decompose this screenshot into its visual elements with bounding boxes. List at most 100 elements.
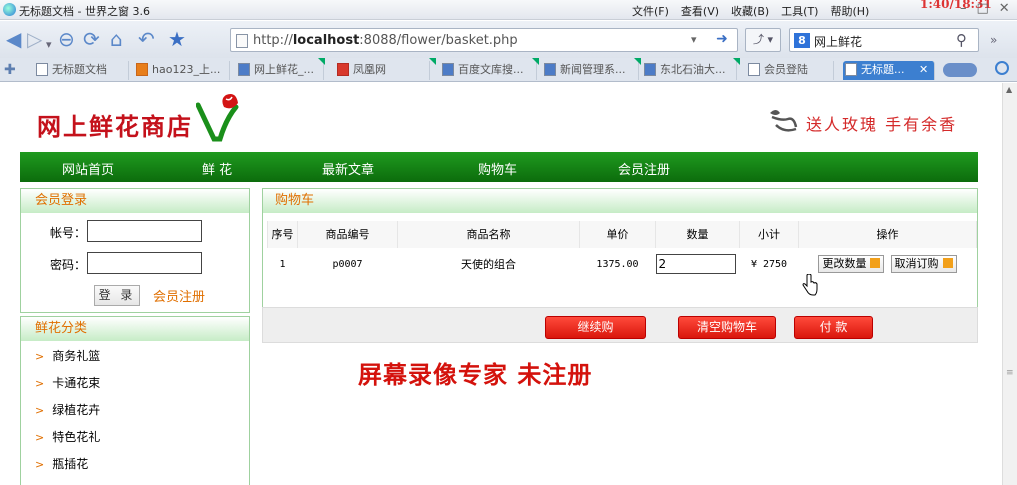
browser-toolbar: ◀ ▷ ▾ ⊖ ⟳ ⌂ ↶ ★ http://localhost:8088/fl… [0,21,1017,58]
menu-favorites[interactable]: 收藏(B) [731,3,769,19]
chevron-right-icon: > [35,404,45,417]
tab-6[interactable]: 新闻管理系... [542,61,639,80]
category-item[interactable]: > 商务礼篮 [21,343,249,370]
search-icon[interactable]: ⚲ [956,31,967,49]
stop-icon[interactable]: ⊖ [58,29,75,49]
scroll-up-icon[interactable]: ▲ [1006,85,1012,94]
back-icon[interactable]: ◀ [6,29,21,49]
row-actions: 更改数量 取消订购 [799,248,977,280]
site-slogan: 送人玫瑰 手有余香 [806,115,958,134]
go-arrow-icon[interactable]: ➜ [709,31,735,49]
col-subtotal: 小计 [739,221,799,249]
tab-marker [634,58,641,65]
tab-4[interactable]: 凤凰网 [335,61,430,80]
main-navigation: 网站首页 鲜 花 最新文章 购物车 会员注册 [20,152,978,182]
title-bar: 无标题文档 - 世界之窗 3.6 文件(F) 查看(V) 收藏(B) 工具(T)… [0,0,1017,20]
tab-toggle-icon[interactable] [943,63,977,77]
menu-help[interactable]: 帮助(H) [830,3,869,19]
cart-panel-title: 购物车 [263,189,977,213]
search-engine-icon[interactable]: 8 [794,33,810,48]
nav-articles[interactable]: 最新文章 [322,159,374,178]
category-item[interactable]: > 卡通花束 [21,370,249,397]
row-price: 1375.00 [596,258,639,270]
chevron-right-icon: > [35,377,45,390]
pay-button[interactable]: 付 款 [794,316,873,339]
account-input[interactable] [87,220,202,242]
login-panel-title: 会员登录 [21,189,249,213]
category-panel: 鲜花分类 > 商务礼篮 > 卡通花束 > 绿植花卉 > 特色花礼 > 瓶插花 [20,316,250,485]
window-controls: – □ ✕ [960,1,1010,16]
password-input[interactable] [87,252,202,274]
nav-register[interactable]: 会员注册 [618,159,670,178]
address-bar[interactable]: http://localhost:8088/flower/basket.php … [230,28,738,52]
category-item[interactable]: > 瓶插花 [21,451,249,478]
site-logo[interactable]: 网上鲜花商店 [37,107,193,142]
tab-3[interactable]: 网上鲜花_... [236,61,324,80]
cart-table: 序号 商品编号 商品名称 单价 数量 小计 操作 1 p0007 天使的组合 1… [267,221,977,280]
tulip-logo-icon [196,94,239,142]
history-dropdown-icon[interactable]: ▾ [46,35,52,55]
col-no: 序号 [267,221,298,249]
tab-5[interactable]: 百度文库搜... [440,61,537,80]
chevron-right-icon: > [35,350,45,363]
tab-8[interactable]: 会员登陆 [746,61,834,80]
col-action: 操作 [798,221,977,249]
quantity-input[interactable]: 2 [655,254,736,275]
nav-home[interactable]: 网站首页 [62,159,114,178]
window-title: 无标题文档 - 世界之窗 3.6 [19,5,150,18]
tab-7[interactable]: 东北石油大... [642,61,737,80]
tab-2[interactable]: hao123_上... [134,61,230,80]
forward-icon[interactable]: ▷ [27,29,42,49]
search-box[interactable]: 8 网上鲜花 ⚲ [789,28,979,52]
menu-view[interactable]: 查看(V) [681,3,719,19]
row-subtotal: ¥ 2750 [750,258,788,270]
login-panel: 会员登录 帐号： 密码： 登 录 会员注册 [20,188,250,313]
row-no: 1 [279,258,286,270]
nav-cart[interactable]: 购物车 [478,159,517,178]
table-row: 1 p0007 天使的组合 1375.00 2 ¥ 2750 更改数量 取消订购 [268,248,977,280]
tab-close-icon[interactable]: ✕ [919,63,928,76]
category-item[interactable]: > 特色花礼 [21,424,249,451]
home-icon[interactable]: ⌂ [110,29,123,49]
col-qty: 数量 [655,221,740,249]
minimize-icon[interactable]: – [960,1,967,16]
category-item[interactable]: > 绿植花卉 [21,397,249,424]
tab-marker [429,58,436,65]
register-link[interactable]: 会员注册 [153,286,205,305]
scroll-grip-icon[interactable]: ≡ [1006,368,1014,378]
nav-flowers[interactable]: 鲜 花 [202,159,232,178]
tab-active[interactable]: 无标题... ✕ [843,61,935,80]
undo-close-icon[interactable]: ↶ [138,29,155,49]
address-dropdown-icon[interactable]: ▾ [691,33,697,46]
more-icon[interactable]: » [990,33,997,47]
search-input[interactable]: 网上鲜花 [814,33,862,50]
vertical-scrollbar[interactable]: ▲ ≡ [1002,83,1017,485]
maximize-icon[interactable]: □ [977,1,989,16]
site-icon [544,63,556,76]
tab-marker [532,58,539,65]
close-icon[interactable]: ✕ [999,1,1010,16]
hao123-icon [136,63,148,76]
menu-file[interactable]: 文件(F) [632,3,669,19]
tab-1[interactable]: 无标题文档 [34,61,129,80]
recorder-watermark: 屏幕录像专家 未注册 [358,360,593,389]
tools-button[interactable]: ⤴ ▾ [745,28,781,52]
favorites-star-icon[interactable]: ★ [168,29,186,49]
refresh-icon[interactable]: ⟳ [83,29,100,49]
update-quantity-button[interactable]: 更改数量 [818,255,885,274]
account-label: 帐号： [50,226,87,240]
ifeng-icon [337,63,349,76]
col-price: 单价 [579,221,656,249]
tab-marker [733,58,740,65]
arrow-icon [942,258,953,269]
page-icon [36,63,48,76]
tab-menu-icon[interactable] [995,61,1009,75]
cancel-order-button[interactable]: 取消订购 [890,255,957,274]
continue-shopping-button[interactable]: 继续购 [545,316,646,339]
new-tab-icon[interactable]: ✚ [4,62,16,78]
menu-tools[interactable]: 工具(T) [781,3,818,19]
chevron-right-icon: > [35,431,45,444]
clear-cart-button[interactable]: 清空购物车 [678,316,776,339]
login-button[interactable]: 登 录 [94,285,140,306]
category-panel-title: 鲜花分类 [21,317,249,341]
